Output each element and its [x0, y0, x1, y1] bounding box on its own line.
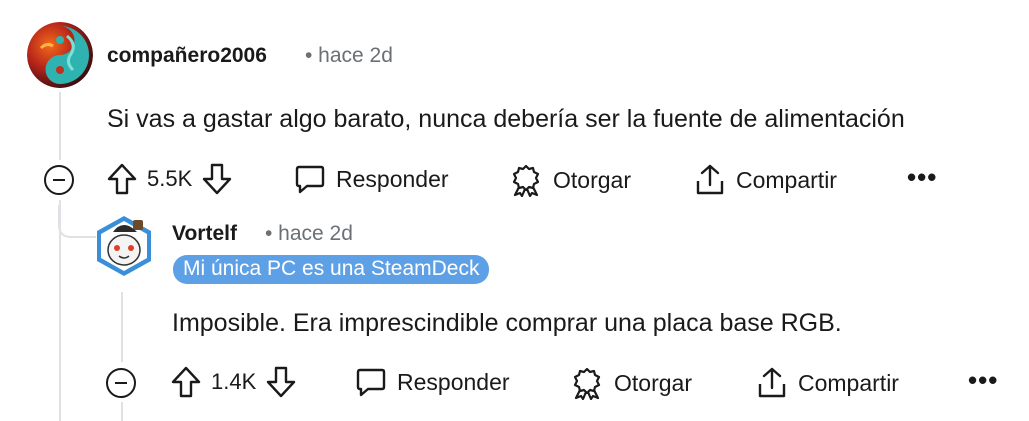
avatar[interactable]	[27, 22, 93, 88]
reply-icon	[355, 366, 387, 398]
award-icon	[509, 163, 543, 197]
collapse-icon[interactable]	[106, 368, 136, 398]
award-label: Otorgar	[614, 369, 692, 396]
downvote-icon[interactable]	[266, 366, 296, 398]
reply-button[interactable]: Responder	[294, 163, 449, 195]
share-icon	[756, 366, 788, 400]
award-button[interactable]: Otorgar	[509, 163, 631, 197]
reply-label: Responder	[336, 165, 449, 192]
reply-icon	[294, 163, 326, 195]
share-button[interactable]: Compartir	[756, 366, 899, 400]
comment-timestamp: • hace 2d	[265, 222, 353, 245]
thread-line-main	[59, 92, 61, 160]
share-icon	[694, 163, 726, 197]
user-flair-badge: Mi única PC es una SteamDeck	[173, 255, 490, 284]
award-label: Otorgar	[553, 166, 631, 193]
share-label: Compartir	[736, 166, 837, 193]
vote-bar: 5.5K	[107, 163, 232, 195]
thread-branch-connector	[58, 205, 96, 238]
more-icon[interactable]: •••	[968, 365, 998, 396]
avatar[interactable]	[93, 212, 155, 280]
thread-line-reply-lower	[121, 402, 123, 421]
thread-line-reply	[121, 292, 123, 362]
downvote-icon[interactable]	[202, 163, 232, 195]
comment-body: Imposible. Era imprescindible comprar un…	[172, 309, 842, 337]
comment-body: Si vas a gastar algo barato, nunca deber…	[107, 105, 905, 133]
comment-timestamp: • hace 2d	[305, 44, 393, 67]
upvote-icon[interactable]	[171, 366, 201, 398]
vote-count: 5.5K	[147, 166, 193, 191]
more-icon[interactable]: •••	[907, 162, 937, 193]
reply-button[interactable]: Responder	[355, 366, 510, 398]
comment-username[interactable]: Vortelf	[172, 222, 237, 246]
reply-label: Responder	[397, 368, 510, 395]
upvote-icon[interactable]	[107, 163, 137, 195]
award-button[interactable]: Otorgar	[570, 366, 692, 400]
comment-username[interactable]: compañero2006	[107, 44, 267, 68]
vote-count: 1.4K	[211, 369, 257, 394]
vote-bar: 1.4K	[171, 366, 296, 398]
award-icon	[570, 366, 604, 400]
share-label: Compartir	[798, 369, 899, 396]
share-button[interactable]: Compartir	[694, 163, 837, 197]
collapse-icon[interactable]	[44, 165, 74, 195]
